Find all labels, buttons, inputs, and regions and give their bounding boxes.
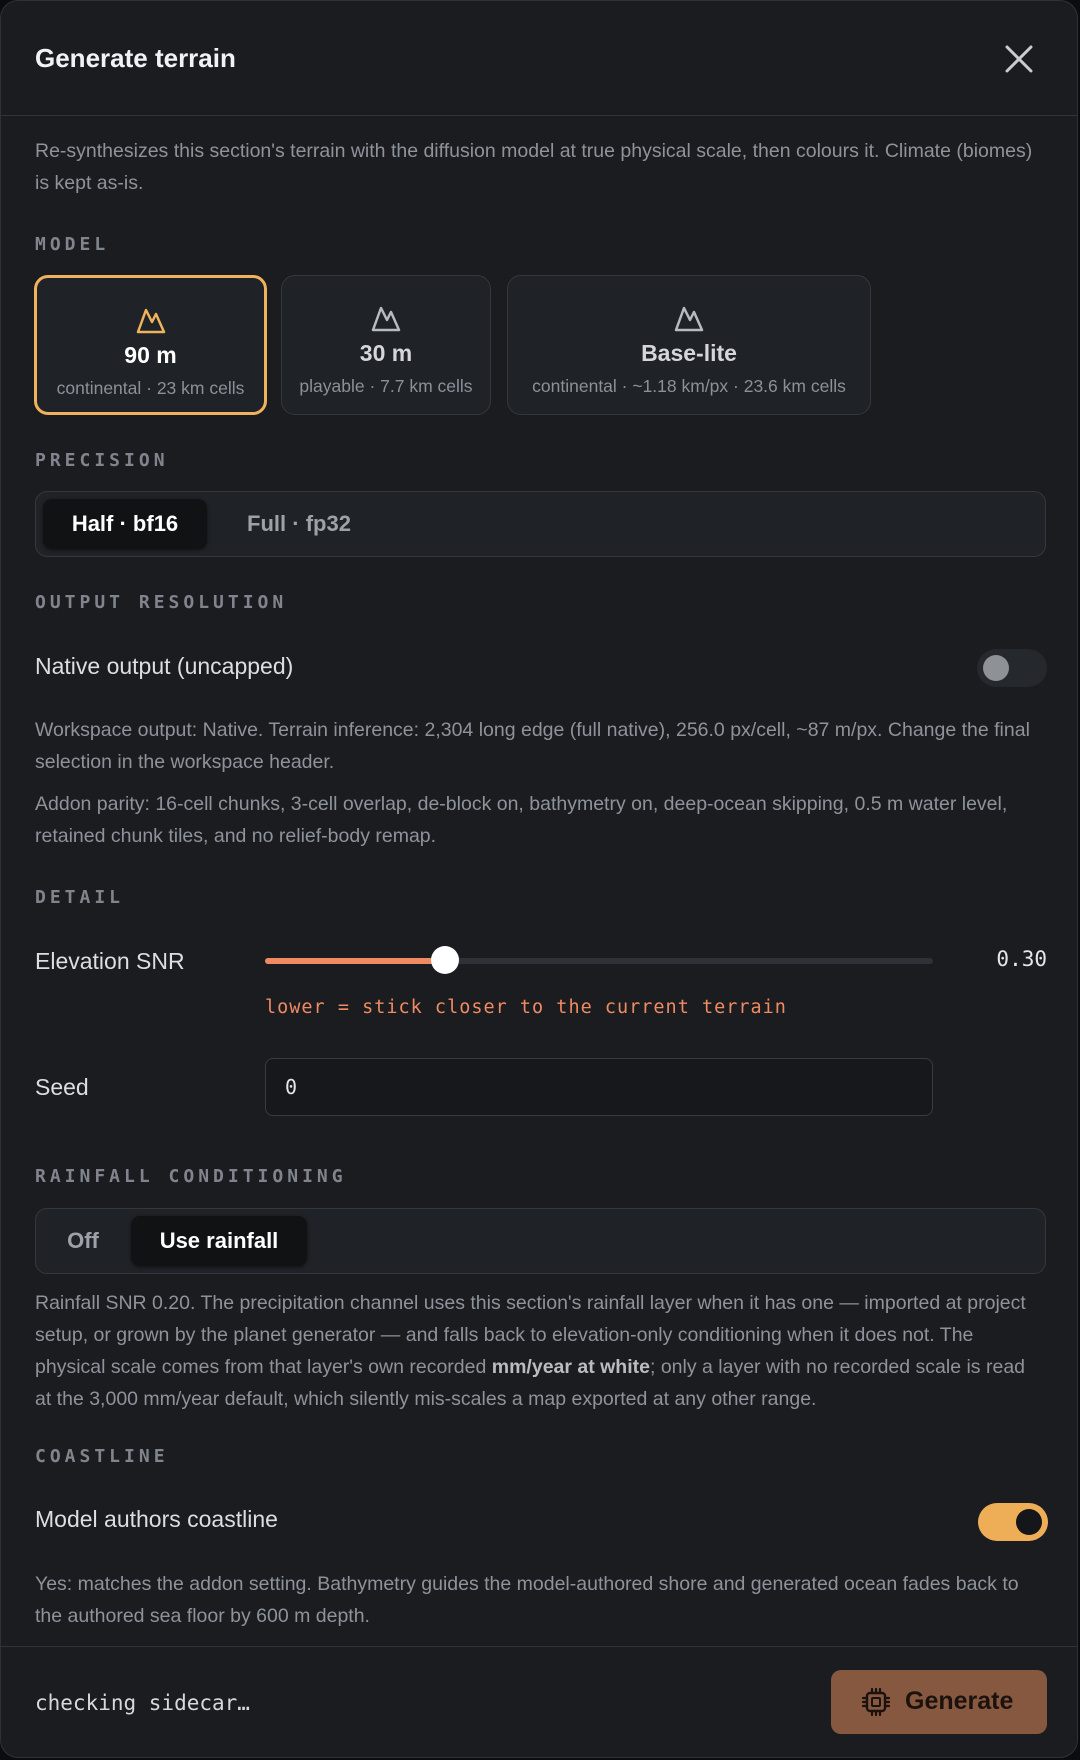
generate-button-label: Generate bbox=[905, 1687, 1014, 1715]
model-option-90m[interactable]: 90 m continental · 23 km cells bbox=[34, 275, 267, 415]
generate-button[interactable]: Generate bbox=[831, 1670, 1047, 1734]
seed-label: Seed bbox=[35, 1074, 89, 1100]
native-output-toggle[interactable] bbox=[977, 649, 1047, 687]
model-option-30m[interactable]: 30 m playable · 7.7 km cells bbox=[281, 275, 491, 415]
elevation-snr-label: Elevation SNR bbox=[35, 948, 185, 974]
precision-section-label: PRECISION bbox=[35, 450, 169, 471]
toggle-knob bbox=[983, 655, 1009, 681]
slider-fill bbox=[265, 958, 446, 964]
toggle-knob bbox=[1016, 1509, 1042, 1535]
precision-segmented-control: Half · bf16 Full · fp32 bbox=[35, 491, 1046, 557]
model-section-label: MODEL bbox=[35, 234, 110, 255]
elevation-snr-slider[interactable] bbox=[265, 946, 933, 974]
sidecar-status: checking sidecar… bbox=[35, 1691, 250, 1715]
elevation-snr-value: 0.30 bbox=[996, 947, 1047, 971]
rainfall-note-emphasis: mm/year at white bbox=[491, 1356, 650, 1378]
seed-input[interactable]: 0 bbox=[265, 1058, 933, 1116]
elevation-snr-hint: lower = stick closer to the current terr… bbox=[265, 997, 787, 1018]
mountain-icon bbox=[674, 306, 704, 332]
model-option-name: Base-lite bbox=[641, 340, 737, 366]
model-option-sub: playable · 7.7 km cells bbox=[299, 376, 473, 396]
coastline-toggle-label: Model authors coastline bbox=[35, 1506, 278, 1532]
output-resolution-section-label: OUTPUT RESOLUTION bbox=[35, 592, 288, 613]
close-button[interactable] bbox=[999, 39, 1039, 79]
dialog-header: Generate terrain bbox=[1, 1, 1077, 116]
mountain-icon bbox=[136, 308, 165, 334]
addon-parity-note: Addon parity: 16-cell chunks, 3-cell ove… bbox=[35, 793, 1008, 847]
native-output-label: Native output (uncapped) bbox=[35, 653, 294, 679]
model-option-base-lite[interactable]: Base-lite continental · ~1.18 km/px · 23… bbox=[507, 275, 871, 415]
slider-thumb[interactable] bbox=[431, 946, 460, 974]
chip-icon bbox=[861, 1687, 891, 1717]
generate-terrain-dialog: Generate terrain Re-synthesizes this sec… bbox=[0, 0, 1078, 1758]
coastline-section-label: COASTLINE bbox=[35, 1446, 169, 1467]
rainfall-option-off[interactable]: Off bbox=[48, 1216, 118, 1266]
model-option-sub: continental · ~1.18 km/px · 23.6 km cell… bbox=[532, 376, 846, 396]
model-option-sub: continental · 23 km cells bbox=[56, 378, 245, 398]
detail-section-label: DETAIL bbox=[35, 887, 125, 908]
dialog-description: Re-synthesizes this section's terrain wi… bbox=[35, 140, 1033, 194]
model-option-name: 30 m bbox=[359, 340, 413, 366]
precision-option-full[interactable]: Full · fp32 bbox=[225, 499, 373, 549]
close-icon bbox=[1005, 45, 1033, 73]
rainfall-segmented-control: Off Use rainfall bbox=[35, 1208, 1046, 1274]
rainfall-section-label: RAINFALL CONDITIONING bbox=[35, 1166, 347, 1187]
workspace-output-note: Workspace output: Native. Terrain infere… bbox=[35, 719, 1030, 773]
coastline-toggle[interactable] bbox=[978, 1503, 1048, 1541]
coastline-note: Yes: matches the addon setting. Bathymet… bbox=[35, 1573, 1019, 1627]
rainfall-note: Rainfall SNR 0.20. The precipitation cha… bbox=[35, 1287, 1045, 1415]
precision-option-half[interactable]: Half · bf16 bbox=[43, 499, 207, 549]
mountain-icon bbox=[371, 306, 401, 332]
dialog-title: Generate terrain bbox=[35, 43, 236, 73]
model-option-name: 90 m bbox=[124, 342, 177, 368]
rainfall-option-use-rainfall[interactable]: Use rainfall bbox=[131, 1216, 307, 1266]
